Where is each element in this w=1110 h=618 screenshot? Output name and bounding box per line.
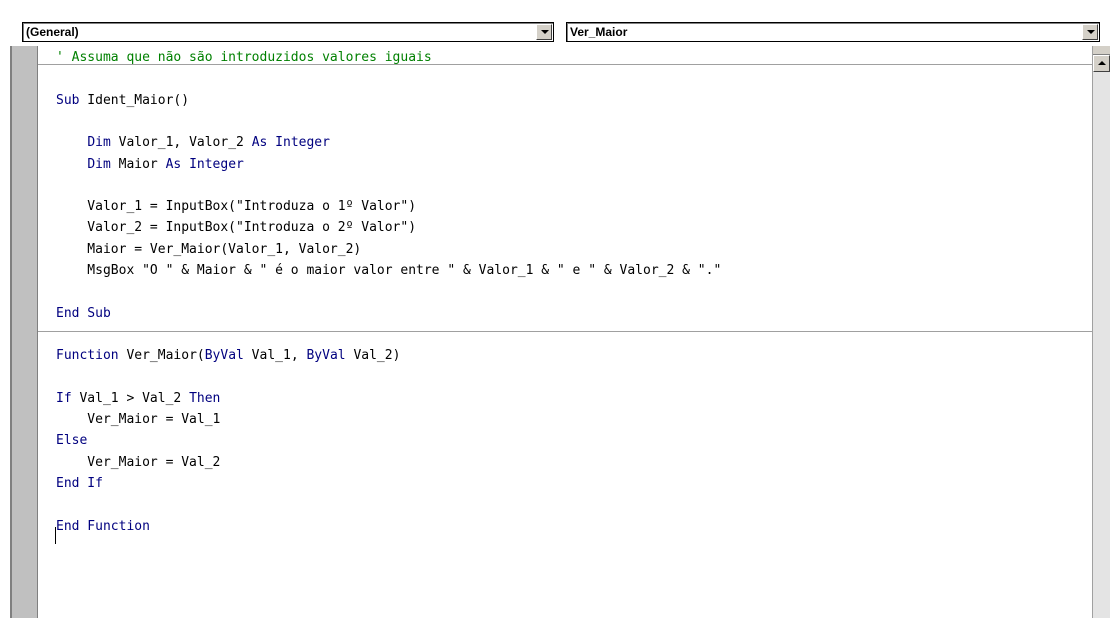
procedure-combo-value: Ver_Maior: [570, 25, 628, 39]
code-token: Val_1,: [243, 348, 307, 364]
keyword-token: End If: [56, 476, 103, 491]
code-line[interactable]: Else: [56, 431, 87, 451]
code-area[interactable]: ' Assuma que não são introduzidos valore…: [38, 46, 1100, 618]
chevron-down-icon: [541, 30, 549, 34]
object-combo[interactable]: (General): [22, 22, 554, 42]
vertical-scrollbar[interactable]: [1092, 46, 1110, 618]
keyword-token: Integer: [189, 156, 244, 172]
code-token: Val_1 > Val_2: [71, 390, 190, 406]
keyword-token: Integer: [275, 135, 330, 151]
keyword-token: ByVal: [306, 348, 346, 364]
procedure-separator: [38, 331, 1100, 332]
code-token: Ident_Maior(): [79, 92, 190, 108]
code-token: MsgBox "O " & Maior & " é o maior valor …: [56, 263, 722, 278]
object-combo-value: (General): [26, 25, 79, 39]
code-token: Maior: [110, 156, 166, 172]
object-combo-dropdown-button[interactable]: [536, 24, 552, 40]
scroll-up-arrow-icon: [1098, 61, 1106, 65]
comment-token: ' Assuma que não são introduzidos valore…: [56, 50, 432, 65]
code-line[interactable]: If Val_1 > Val_2 Then: [56, 389, 220, 409]
code-line[interactable]: ' Assuma que não são introduzidos valore…: [56, 48, 432, 68]
code-token: Valor_1, Valor_2: [110, 135, 252, 151]
code-line[interactable]: Valor_1 = InputBox("Introduza o 1º Valor…: [56, 197, 416, 217]
code-line[interactable]: Dim Maior As Integer: [56, 155, 244, 175]
keyword-token: End Function: [56, 518, 150, 534]
keyword-token: As: [251, 135, 268, 151]
chevron-down-icon: [1087, 30, 1095, 34]
code-token: Ver_Maior = Val_2: [56, 454, 221, 470]
code-token: Maior = Ver_Maior(Valor_1, Valor_2): [56, 241, 362, 257]
code-line[interactable]: Ver_Maior = Val_1: [56, 410, 220, 430]
code-line[interactable]: End If: [56, 474, 103, 494]
code-line[interactable]: End Function: [56, 517, 150, 537]
keyword-token: Else: [56, 433, 88, 449]
code-token: Val_2): [345, 348, 401, 364]
code-token: Ver_Maior = Val_1: [56, 412, 221, 428]
code-line[interactable]: Maior = Ver_Maior(Valor_1, Valor_2): [56, 240, 361, 260]
keyword-token: ByVal: [204, 348, 244, 364]
keyword-token: As: [165, 156, 182, 172]
keyword-token: Sub: [56, 92, 80, 108]
code-line[interactable]: End Sub: [56, 304, 111, 324]
margin-indicator-bar[interactable]: [12, 46, 38, 618]
split-bar-handle[interactable]: [1093, 46, 1110, 55]
code-editor[interactable]: ' Assuma que não são introduzidos valore…: [10, 46, 1100, 618]
keyword-token: Dim: [87, 135, 111, 151]
code-line[interactable]: Dim Valor_1, Valor_2 As Integer: [56, 133, 330, 153]
scroll-up-button[interactable]: [1093, 55, 1110, 72]
code-token: Valor_2 = InputBox("Introduza o 2º Valor…: [56, 220, 417, 236]
keyword-token: Function: [56, 348, 119, 364]
code-line[interactable]: Sub Ident_Maior(): [56, 91, 189, 111]
keyword-token: Dim: [87, 156, 111, 172]
code-line[interactable]: Valor_2 = InputBox("Introduza o 2º Valor…: [56, 218, 416, 238]
code-line[interactable]: MsgBox "O " & Maior & " é o maior valor …: [56, 261, 721, 281]
procedure-combo-dropdown-button[interactable]: [1082, 24, 1098, 40]
code-window-toolbar: (General) Ver_Maior: [0, 0, 1110, 46]
code-token: Valor_1 = InputBox("Introduza o 1º Valor…: [56, 199, 417, 215]
code-line[interactable]: Ver_Maior = Val_2: [56, 453, 220, 473]
code-token: Ver_Maior(: [118, 348, 205, 364]
keyword-token: End Sub: [56, 305, 111, 321]
keyword-token: If: [56, 390, 72, 406]
code-line[interactable]: Function Ver_Maior(ByVal Val_1, ByVal Va…: [56, 346, 400, 366]
procedure-combo[interactable]: Ver_Maior: [566, 22, 1100, 42]
keyword-token: Then: [189, 390, 221, 406]
